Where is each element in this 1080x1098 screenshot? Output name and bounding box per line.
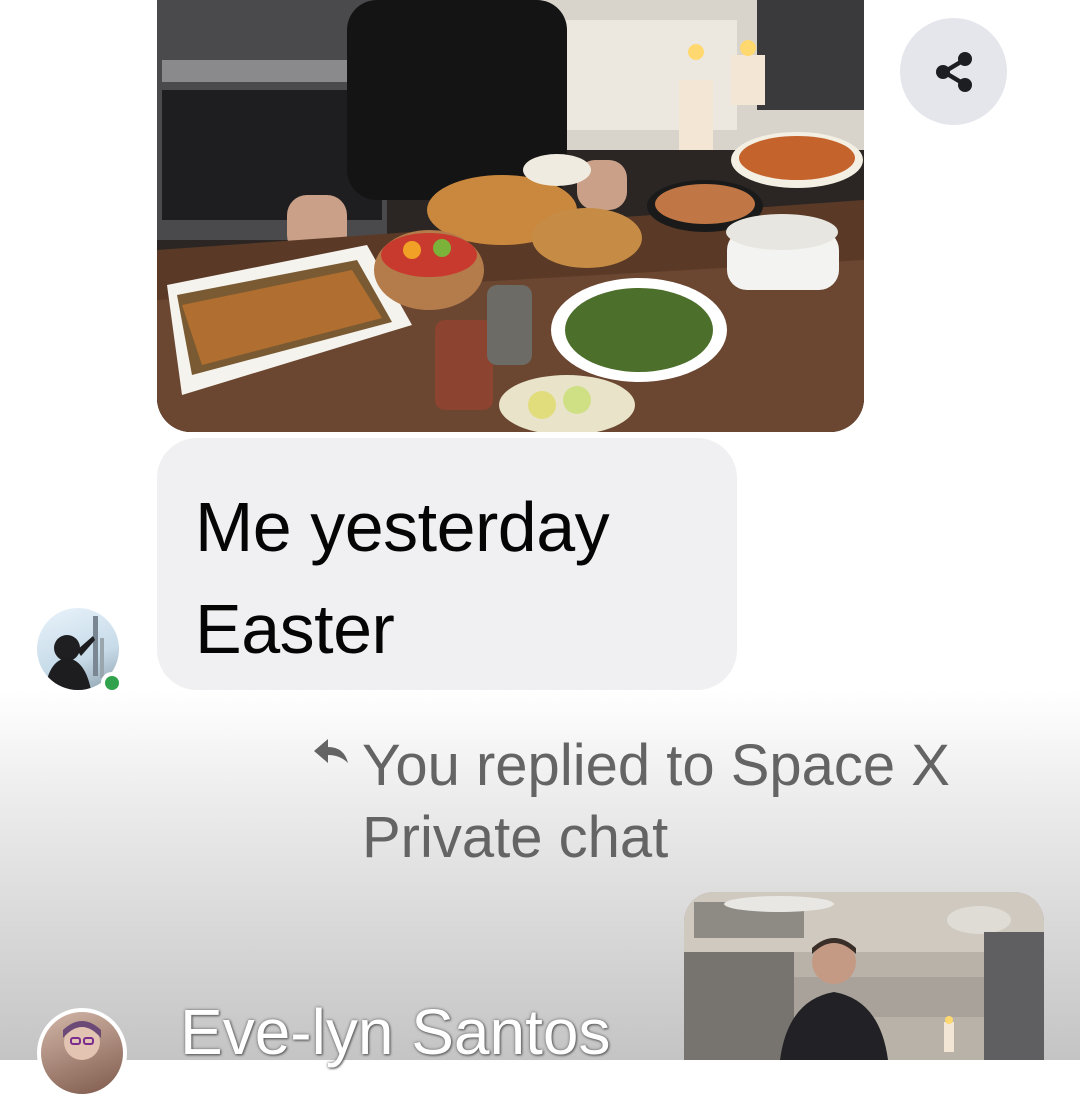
message-bubble[interactable]: Me yesterday Easter xyxy=(157,438,737,690)
reply-context: You replied to Space X Private chat xyxy=(310,730,1030,874)
sender-name[interactable]: Eve-lyn Santos xyxy=(180,992,610,1072)
sender-avatar-photo xyxy=(63,1021,101,1060)
online-status-dot xyxy=(101,672,123,694)
share-button[interactable] xyxy=(900,18,1007,125)
reply-image[interactable] xyxy=(684,892,1044,1060)
kitchen-photo xyxy=(684,892,1044,1060)
contact-avatar[interactable] xyxy=(37,608,123,694)
message-line-1: Me yesterday xyxy=(195,488,610,566)
message-image[interactable] xyxy=(157,0,864,432)
reply-subtitle: Private chat xyxy=(362,805,669,870)
reply-label: You replied to Space X xyxy=(362,733,950,798)
share-icon xyxy=(935,51,972,92)
message-text: Me yesterday Easter xyxy=(195,476,737,680)
message-line-2: Easter xyxy=(195,590,395,668)
sender-avatar[interactable] xyxy=(37,1008,127,1098)
food-photo xyxy=(157,0,864,432)
reply-arrow-icon xyxy=(314,739,348,763)
